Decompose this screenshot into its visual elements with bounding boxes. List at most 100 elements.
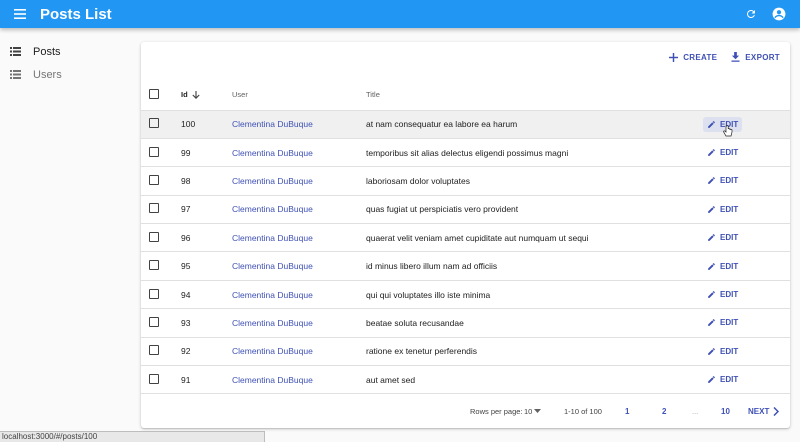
table-row[interactable]: 91 Clementina DuBuque aut amet sed EDIT <box>141 365 790 395</box>
account-button[interactable] <box>772 7 786 21</box>
refresh-button[interactable] <box>744 7 758 21</box>
next-page-label: NEXT <box>748 406 770 416</box>
cell-title: qui qui voluptates illo iste minima <box>366 280 666 310</box>
menu-button[interactable] <box>0 0 40 28</box>
posts-table: Id User Title 100 Clementina DuBuque at na… <box>141 80 790 395</box>
edit-button[interactable]: EDIT <box>703 344 742 359</box>
edit-button[interactable]: EDIT <box>703 145 742 160</box>
edit-button[interactable]: EDIT <box>703 173 742 188</box>
user-link[interactable]: Clementina DuBuque <box>232 375 313 385</box>
cell-title: laboriosam dolor voluptates <box>366 166 666 196</box>
sidebar-item-posts[interactable]: Posts <box>0 40 135 63</box>
column-header-title[interactable]: Title <box>366 80 666 111</box>
cell-title: aut amet sed <box>366 365 666 395</box>
edit-button[interactable]: EDIT <box>703 116 743 137</box>
table-row[interactable]: 96 Clementina DuBuque quaerat velit veniam… <box>141 223 790 253</box>
edit-icon <box>708 120 715 128</box>
cell-user: Clementina DuBuque <box>232 280 366 310</box>
row-checkbox[interactable] <box>149 231 159 242</box>
edit-button[interactable]: EDIT <box>703 259 742 274</box>
row-select-cell <box>141 110 181 139</box>
export-button[interactable]: EXPORT <box>731 52 780 62</box>
account-circle-icon <box>772 7 786 21</box>
edit-icon <box>708 376 715 384</box>
page-button-1[interactable]: 1 <box>625 407 629 416</box>
menu-icon <box>14 9 26 19</box>
column-header-user[interactable]: User <box>232 80 366 111</box>
page-ellipsis: ... <box>692 406 699 416</box>
cell-user: Clementina DuBuque <box>232 223 366 253</box>
row-select-cell <box>141 251 181 281</box>
table-row[interactable]: 92 Clementina DuBuque ratione ex tenetur p… <box>141 337 790 367</box>
edit-button-label: EDIT <box>720 318 739 328</box>
table-row[interactable]: 95 Clementina DuBuque id minus libero illu… <box>141 251 790 281</box>
user-link[interactable]: Clementina DuBuque <box>232 233 313 243</box>
edit-button-label: EDIT <box>720 290 739 300</box>
user-link[interactable]: Clementina DuBuque <box>232 204 313 214</box>
table-row[interactable]: 100 Clementina DuBuque at nam consequatur … <box>141 110 790 139</box>
sidebar-item-users[interactable]: Users <box>0 63 135 86</box>
edit-icon <box>708 177 715 185</box>
cell-actions: EDIT <box>666 308 790 338</box>
table-row[interactable]: 98 Clementina DuBuque laboriosam dolor vol… <box>141 166 790 196</box>
cell-id: 96 <box>181 223 232 253</box>
row-select-cell <box>141 337 181 367</box>
edit-icon <box>708 205 715 213</box>
row-checkbox[interactable] <box>149 260 159 271</box>
add-icon <box>669 52 679 62</box>
row-checkbox[interactable] <box>149 288 159 299</box>
row-checkbox[interactable] <box>149 316 159 327</box>
edit-button-label: EDIT <box>720 233 739 243</box>
row-checkbox[interactable] <box>149 118 159 129</box>
row-checkbox[interactable] <box>149 345 159 356</box>
browser-status-bar: localhost:3000/#/posts/100 <box>0 431 265 442</box>
rows-per-page-select[interactable]: 10 <box>524 407 542 416</box>
row-select-cell <box>141 138 181 168</box>
row-checkbox[interactable] <box>149 146 159 157</box>
edit-button-label: EDIT <box>720 148 739 158</box>
edit-button[interactable]: EDIT <box>703 230 742 245</box>
download-icon <box>731 52 740 62</box>
row-checkbox[interactable] <box>149 203 159 214</box>
row-checkbox[interactable] <box>149 174 159 185</box>
edit-button[interactable]: EDIT <box>703 315 742 330</box>
user-link[interactable]: Clementina DuBuque <box>232 176 313 186</box>
table-row[interactable]: 93 Clementina DuBuque beatae soluta recusa… <box>141 308 790 338</box>
row-checkbox[interactable] <box>149 373 159 384</box>
app-bar: Posts List <box>0 0 800 28</box>
page-title: Posts List <box>40 5 112 23</box>
sidebar: Posts Users <box>0 40 135 86</box>
create-button[interactable]: CREATE <box>669 52 717 62</box>
user-link[interactable]: Clementina DuBuque <box>232 346 313 356</box>
select-all-checkbox[interactable] <box>149 88 159 99</box>
cell-title: ratione ex tenetur perferendis <box>366 337 666 367</box>
user-link[interactable]: Clementina DuBuque <box>232 148 313 158</box>
user-link[interactable]: Clementina DuBuque <box>232 318 313 328</box>
table-row[interactable]: 97 Clementina DuBuque quas fugiat ut persp… <box>141 195 790 225</box>
table-row[interactable]: 94 Clementina DuBuque qui qui voluptates i… <box>141 280 790 310</box>
page-button-10[interactable]: 10 <box>721 407 730 416</box>
dropdown-arrow-icon <box>534 409 542 413</box>
cell-user: Clementina DuBuque <box>232 308 366 338</box>
edit-button[interactable]: EDIT <box>703 202 742 217</box>
column-header-id[interactable]: Id <box>181 80 232 111</box>
edit-button[interactable]: EDIT <box>703 372 742 387</box>
user-link[interactable]: Clementina DuBuque <box>232 261 313 271</box>
page-button-2[interactable]: 2 <box>662 407 666 416</box>
next-page-button[interactable]: NEXT <box>748 406 780 416</box>
cell-id: 94 <box>181 280 232 310</box>
user-link[interactable]: Clementina DuBuque <box>232 290 313 300</box>
hand-cursor-icon <box>723 124 733 137</box>
cell-id: 92 <box>181 337 232 367</box>
cell-id: 93 <box>181 308 232 338</box>
table-row[interactable]: 99 Clementina DuBuque temporibus sit alias… <box>141 138 790 168</box>
edit-button-label: EDIT <box>720 375 739 385</box>
cell-title: quaerat velit veniam amet cupiditate aut… <box>366 223 666 253</box>
user-link[interactable]: Clementina DuBuque <box>232 119 313 129</box>
cell-actions: EDIT <box>666 110 790 139</box>
edit-button[interactable]: EDIT <box>703 287 742 302</box>
chevron-right-icon <box>773 406 780 416</box>
page-range: 1-10 of 100 <box>564 406 602 416</box>
cell-user: Clementina DuBuque <box>232 166 366 196</box>
column-header-actions <box>666 80 790 111</box>
